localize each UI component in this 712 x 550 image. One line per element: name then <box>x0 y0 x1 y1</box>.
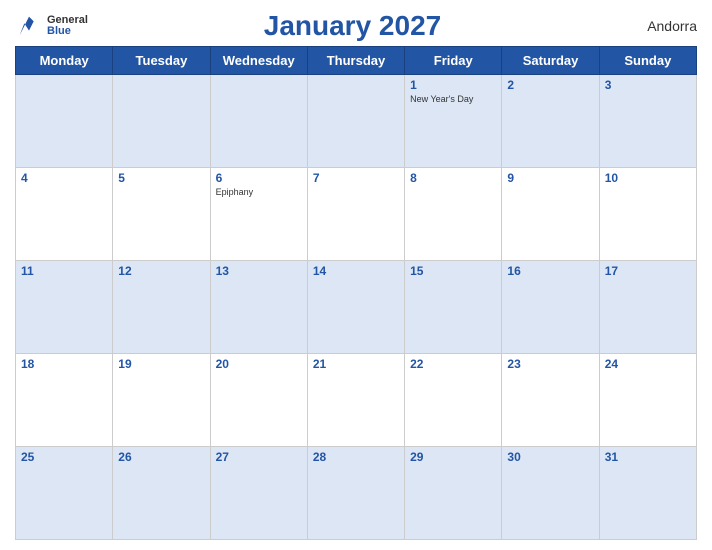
calendar-week-3: 11 12 13 14 15 16 17 <box>16 261 697 354</box>
calendar-header: General Blue January 2027 Andorra <box>15 10 697 42</box>
calendar-cell: 8 <box>405 168 502 261</box>
calendar-body: 1New Year's Day23456Epiphany789101112131… <box>16 75 697 540</box>
day-number: 6 <box>216 171 302 185</box>
day-number: 5 <box>118 171 204 185</box>
day-number: 20 <box>216 357 302 371</box>
day-number: 12 <box>118 264 204 278</box>
day-number: 16 <box>507 264 593 278</box>
calendar-cell: 11 <box>16 261 113 354</box>
calendar-cell: 18 <box>16 354 113 447</box>
calendar-cell <box>16 75 113 168</box>
calendar-week-4: 18 19 20 21 22 23 24 <box>16 354 697 447</box>
day-number: 31 <box>605 450 691 464</box>
calendar-cell: 25 <box>16 447 113 540</box>
calendar-cell: 4 <box>16 168 113 261</box>
calendar-cell: 15 <box>405 261 502 354</box>
calendar-cell: 13 <box>210 261 307 354</box>
day-number: 3 <box>605 78 691 92</box>
calendar-cell: 1 New Year's Day <box>405 75 502 168</box>
calendar-cell: 6 Epiphany <box>210 168 307 261</box>
weekday-header-friday: Friday <box>405 47 502 75</box>
calendar-cell: 31 <box>599 447 696 540</box>
day-number: 14 <box>313 264 399 278</box>
calendar-header-row: MondayTuesdayWednesdayThursdayFridaySatu… <box>16 47 697 75</box>
logo-bird-icon <box>15 12 43 40</box>
calendar-cell <box>113 75 210 168</box>
day-number: 18 <box>21 357 107 371</box>
day-number: 22 <box>410 357 496 371</box>
calendar-cell: 16 <box>502 261 599 354</box>
calendar-cell: 21 <box>307 354 404 447</box>
calendar-cell: 20 <box>210 354 307 447</box>
calendar-cell: 17 <box>599 261 696 354</box>
country-label: Andorra <box>617 18 697 34</box>
day-number: 27 <box>216 450 302 464</box>
calendar-week-2: 456 Epiphany 789 10 <box>16 168 697 261</box>
calendar-cell: 27 <box>210 447 307 540</box>
holiday-name: New Year's Day <box>410 94 496 104</box>
calendar-cell: 22 <box>405 354 502 447</box>
calendar-cell <box>210 75 307 168</box>
day-number: 7 <box>313 171 399 185</box>
calendar-cell: 26 <box>113 447 210 540</box>
logo-blue: Blue <box>47 26 88 37</box>
calendar-week-5: 25 26 27 28 29 30 31 <box>16 447 697 540</box>
day-number: 1 <box>410 78 496 92</box>
calendar-week-1: 1 New Year's Day 23 <box>16 75 697 168</box>
day-number: 23 <box>507 357 593 371</box>
calendar-cell: 30 <box>502 447 599 540</box>
calendar-cell: 14 <box>307 261 404 354</box>
calendar-cell: 23 <box>502 354 599 447</box>
calendar-cell: 12 <box>113 261 210 354</box>
day-number: 4 <box>21 171 107 185</box>
weekday-header-thursday: Thursday <box>307 47 404 75</box>
calendar-cell: 5 <box>113 168 210 261</box>
calendar-title: January 2027 <box>88 10 617 42</box>
calendar-cell <box>307 75 404 168</box>
day-number: 19 <box>118 357 204 371</box>
day-number: 30 <box>507 450 593 464</box>
weekday-header-tuesday: Tuesday <box>113 47 210 75</box>
day-number: 29 <box>410 450 496 464</box>
calendar-cell: 3 <box>599 75 696 168</box>
weekday-header-wednesday: Wednesday <box>210 47 307 75</box>
logo: General Blue <box>15 12 88 40</box>
day-number: 26 <box>118 450 204 464</box>
calendar-cell: 2 <box>502 75 599 168</box>
weekday-header-monday: Monday <box>16 47 113 75</box>
calendar-cell: 10 <box>599 168 696 261</box>
day-number: 28 <box>313 450 399 464</box>
calendar-cell: 24 <box>599 354 696 447</box>
day-number: 8 <box>410 171 496 185</box>
calendar-cell: 29 <box>405 447 502 540</box>
day-number: 10 <box>605 171 691 185</box>
day-number: 25 <box>21 450 107 464</box>
holiday-name: Epiphany <box>216 187 302 197</box>
day-number: 24 <box>605 357 691 371</box>
calendar-cell: 7 <box>307 168 404 261</box>
day-number: 11 <box>21 264 107 278</box>
calendar-table: MondayTuesdayWednesdayThursdayFridaySatu… <box>15 46 697 540</box>
day-number: 21 <box>313 357 399 371</box>
logo-text: General Blue <box>47 15 88 37</box>
day-number: 13 <box>216 264 302 278</box>
day-number: 15 <box>410 264 496 278</box>
calendar-cell: 19 <box>113 354 210 447</box>
calendar-cell: 28 <box>307 447 404 540</box>
weekday-header-saturday: Saturday <box>502 47 599 75</box>
day-number: 2 <box>507 78 593 92</box>
day-number: 17 <box>605 264 691 278</box>
calendar-cell: 9 <box>502 168 599 261</box>
day-number: 9 <box>507 171 593 185</box>
weekday-header-sunday: Sunday <box>599 47 696 75</box>
